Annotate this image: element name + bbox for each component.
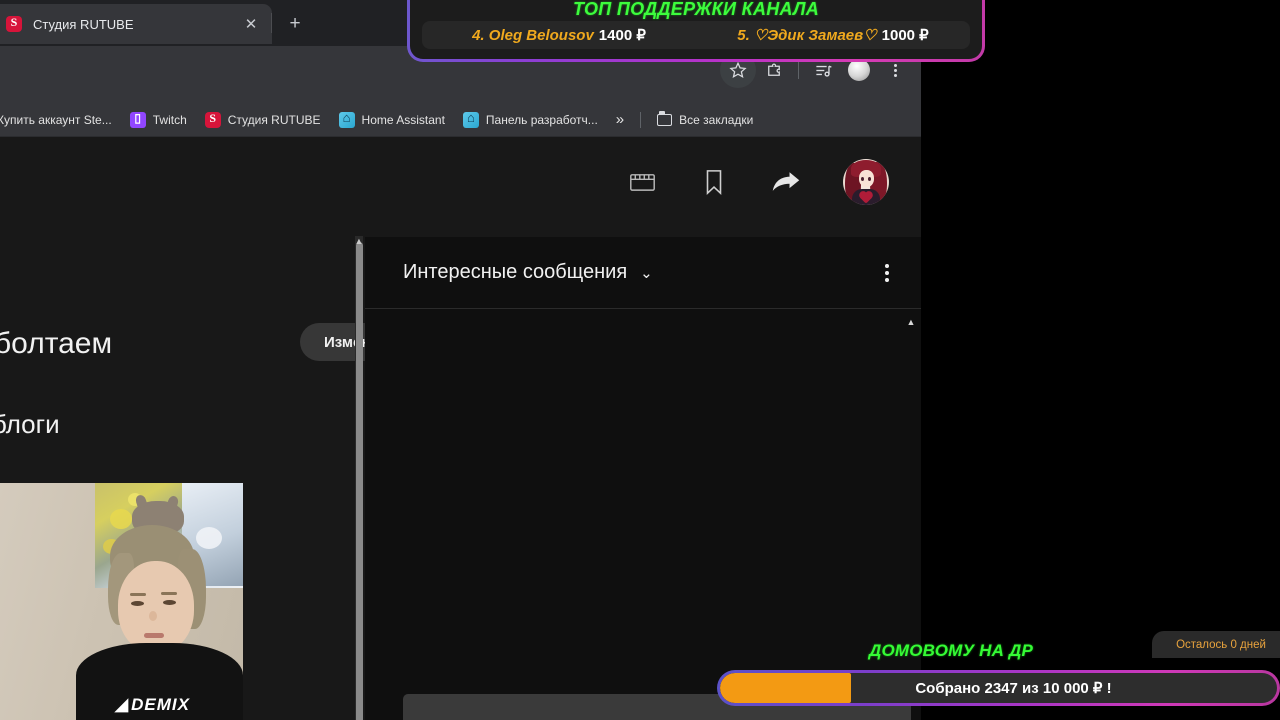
supporter-amount: 1400 ₽ [598,27,646,44]
video-title: болтаем [0,327,113,360]
chat-menu-button[interactable] [875,261,899,285]
home-assistant-icon [462,111,479,128]
rutube-icon [204,111,221,128]
bookmarks-bar: Купить аккаунт Ste... Twitch Студия RUTU… [0,102,921,137]
top-supporters-overlay: ТОП ПОДДЕРЖКИ КАНАЛА 4. Oleg Belousov 140… [407,0,985,62]
webcam-brow [161,592,177,595]
webcam-flower [110,509,132,529]
close-tab-icon[interactable]: ✕ [240,13,262,35]
hoodie-logo: DEMIX [115,695,190,715]
save-bookmark-icon[interactable] [699,167,729,197]
bookmark-item-rutube[interactable]: Студия RUTUBE [197,107,329,133]
share-icon[interactable] [771,167,801,197]
webcam-nose [149,611,157,621]
bookmarks-divider [640,111,642,128]
all-bookmarks-label: Все закладки [679,112,754,127]
tab-title: Студия RUTUBE [33,16,134,32]
chat-message-list[interactable]: ▲ [365,310,921,687]
bookmark-label: Студия RUTUBE [227,112,321,127]
avatar-eye [868,177,871,181]
new-tab-button[interactable]: + [282,11,308,37]
webcam-eye [131,601,144,606]
all-bookmarks-button[interactable]: Все закладки [649,107,761,133]
bookmark-item-dev-panel[interactable]: Панель разработч... [455,107,606,133]
bookmarks-overflow-icon[interactable]: » [608,111,632,128]
avatar-eye [861,177,864,181]
folder-icon [657,110,673,126]
browser-tab[interactable]: Студия RUTUBE ✕ [0,4,272,44]
chat-header: Интересные сообщения ⌄ [365,237,921,309]
webcam-flower [196,527,222,549]
video-category: блоги [0,409,60,439]
supporter-entry: 5. ♡Эдик Замаев♡ 1000 ₽ [696,26,970,44]
bookmark-label: Панель разработч... [485,112,598,127]
chevron-down-icon[interactable]: ⌄ [640,264,653,282]
supporter-entry: 4. Oleg Belousov 1400 ₽ [422,26,696,44]
goal-progress-label: Собрано 2347 из 10 000 ₽ ! [915,680,1112,697]
video-action-bar [627,159,889,205]
webcam-brow [130,593,146,596]
scroll-up-icon[interactable]: ▲ [353,235,365,247]
bookmark-label: Купить аккаунт Ste... [0,112,112,127]
supporter-name: 4. Oleg Belousov [472,27,594,44]
rutube-favicon-icon [6,16,22,32]
kebab-menu-icon [893,68,897,72]
clip-icon[interactable] [627,167,657,197]
twitch-icon [129,111,146,128]
live-chat-panel: Интересные сообщения ⌄ ▲ [365,237,921,720]
webcam-face [118,561,194,653]
bookmark-label: Home Assistant [361,112,445,127]
goal-progress-track: Собрано 2347 из 10 000 ₽ ! [720,673,1277,703]
chat-scroll-up-icon[interactable]: ▲ [905,317,917,327]
bookmark-item-home-assistant[interactable]: Home Assistant [331,107,453,133]
tab-divider [271,13,272,33]
chat-title: Интересные сообщения [403,261,628,283]
days-remaining-badge: Осталось 0 дней [1152,631,1280,658]
kebab-menu-icon [885,270,889,275]
channel-avatar[interactable] [843,159,889,205]
webcam-feed: DEMIX [0,483,243,720]
toolbar-divider [798,61,799,79]
goal-title: ДОМОВОМУ НА ДР [869,641,1034,660]
supporter-amount: 1000 ₽ [881,27,929,44]
supporter-name: 5. ♡Эдик Замаев♡ [737,27,877,44]
top-supporters-inner: ТОП ПОДДЕРЖКИ КАНАЛА 4. Oleg Belousov 140… [410,0,982,59]
goal-progress-bar: Собрано 2347 из 10 000 ₽ ! [717,670,1280,706]
page-scrollbar-thumb[interactable] [356,242,363,720]
home-assistant-icon [338,111,355,128]
profile-avatar-icon [848,59,870,81]
top-supporters-title: ТОП ПОДДЕРЖКИ КАНАЛА [572,0,820,19]
top-supporters-list: 4. Oleg Belousov 1400 ₽ 5. ♡Эдик Замаев♡ 1… [422,21,970,49]
bookmark-label: Twitch [152,112,187,127]
webcam-mouth [144,633,164,638]
screen-root: Студия RUTUBE ✕ + [0,0,1280,720]
bookmark-item-steam[interactable]: Купить аккаунт Ste... [0,107,120,133]
webcam-eye [163,600,176,605]
bookmark-item-twitch[interactable]: Twitch [122,107,195,133]
